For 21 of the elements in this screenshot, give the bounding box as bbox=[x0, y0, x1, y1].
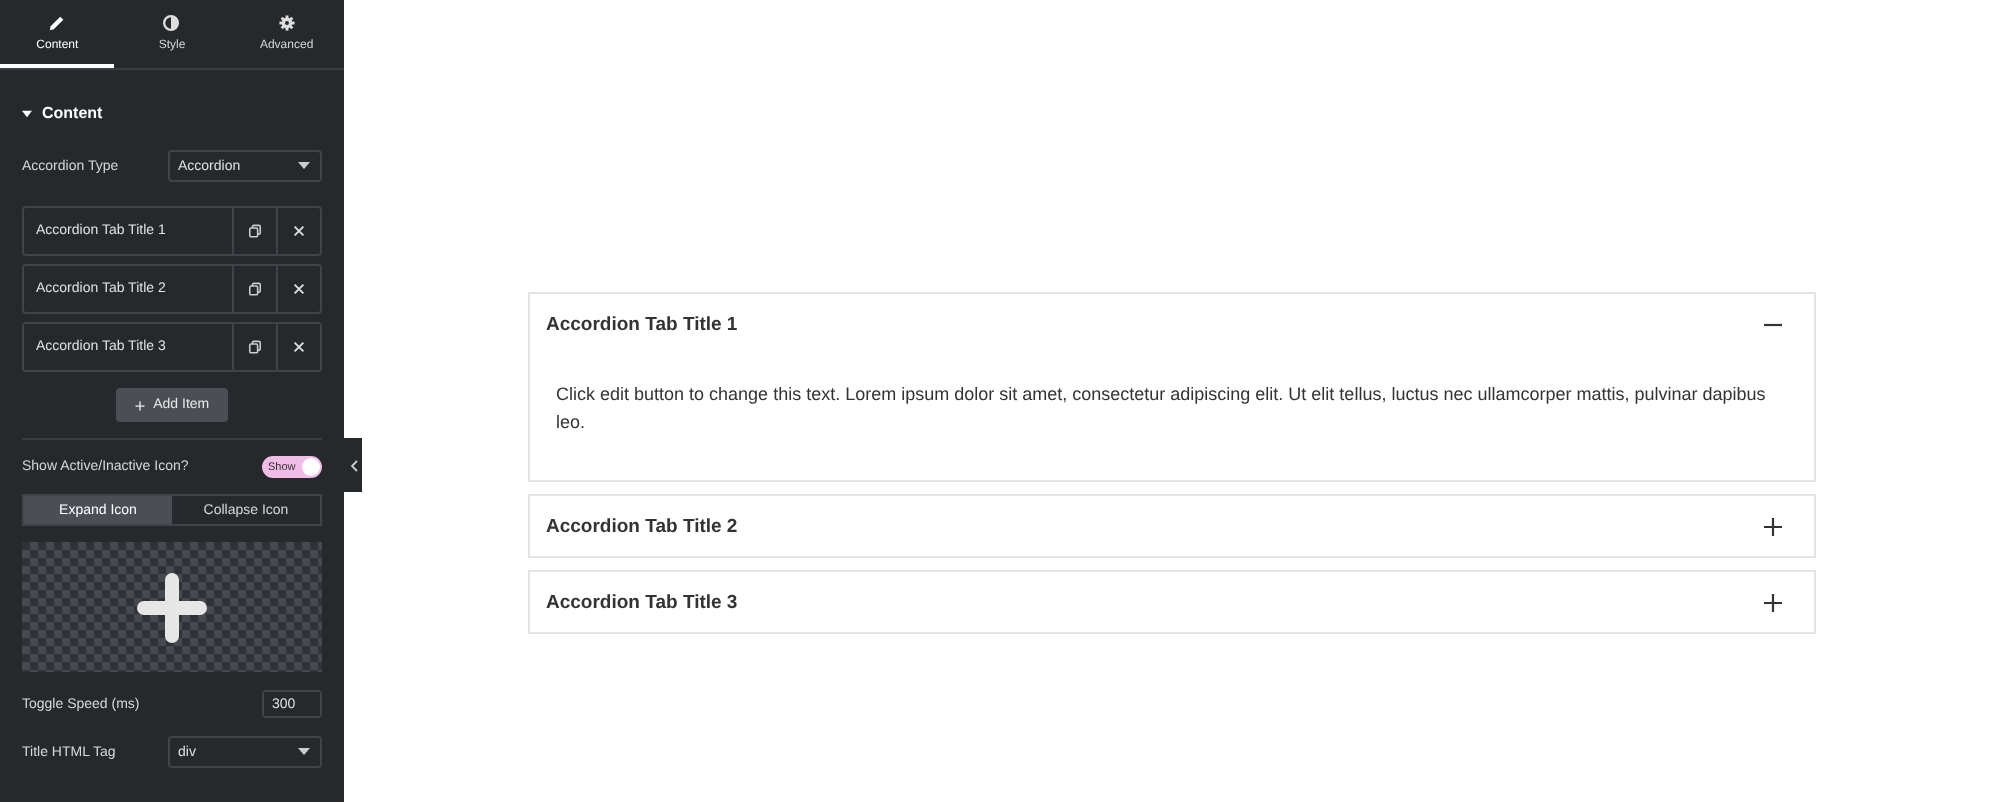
copy-icon bbox=[248, 282, 262, 296]
chevron-icon bbox=[349, 459, 357, 471]
close-icon bbox=[292, 340, 306, 354]
caret-icon bbox=[22, 109, 32, 117]
gear-icon bbox=[277, 13, 296, 31]
accordion-content: Click edit button to change this text. Lorem ipsum dolor sit amet, consectetur adipiscing elit. Ut elit tellus, luctus nec ullamcorper mattis, pulvinar dapibus leo. bbox=[554, 382, 1768, 436]
caret-icon bbox=[298, 748, 310, 756]
icon-preview[interactable] bbox=[22, 542, 322, 672]
section-header[interactable]: Content bbox=[22, 104, 322, 122]
close-icon bbox=[292, 282, 306, 296]
pencil-icon bbox=[48, 13, 67, 31]
accordion-header[interactable]: Accordion Tab Title 3 bbox=[530, 572, 1814, 632]
copy-icon bbox=[248, 340, 262, 354]
accordion-header[interactable]: Accordion Tab Title 1 bbox=[530, 294, 1814, 354]
caret-icon bbox=[298, 162, 310, 170]
close-icon bbox=[292, 224, 306, 238]
plus-icon bbox=[136, 571, 208, 643]
copy-icon bbox=[248, 224, 262, 238]
collapse-handle[interactable] bbox=[344, 438, 362, 492]
contrast-icon bbox=[162, 13, 181, 31]
accordion-header[interactable]: Accordion Tab Title 2 bbox=[530, 496, 1814, 556]
